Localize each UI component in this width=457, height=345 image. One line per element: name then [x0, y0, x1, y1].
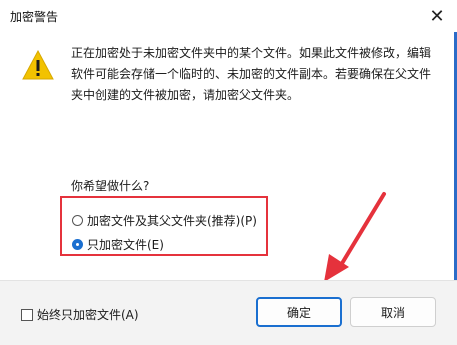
message-text: 正在加密处于未加密文件夹中的某个文件。如果此文件被修改，编辑 软件可能会存储一个… — [71, 43, 437, 106]
close-button[interactable]: ✕ — [417, 0, 457, 32]
message-line: 软件可能会存储一个临时的、未加密的文件副本。若要确保在父文件 — [71, 67, 432, 81]
encryption-options-group: 加密文件及其父文件夹(推荐)(P) 只加密文件(E) — [60, 196, 268, 256]
encryption-warning-dialog: 加密警告 ✕ 正在加密处于未加密文件夹中的某个文件。如果此文件被修改，编辑 软件… — [0, 0, 457, 345]
checkbox-icon[interactable] — [21, 308, 33, 321]
always-encrypt-file-only-checkbox[interactable]: 始终只加密文件(A) — [21, 306, 139, 323]
message-line: 夹中创建的文件被加密，请加密父文件夹。 — [71, 88, 300, 102]
red-arrow-annotation — [324, 192, 386, 282]
radio-checked-icon[interactable] — [72, 239, 83, 250]
option-encrypt-file-and-folder[interactable]: 加密文件及其父文件夹(推荐)(P) — [72, 212, 257, 229]
warning-icon — [22, 50, 54, 80]
option-label: 只加密文件(E) — [87, 238, 164, 252]
question-label: 你希望做什么? — [71, 179, 150, 193]
ok-button[interactable]: 确定 — [256, 297, 342, 327]
message-line: 正在加密处于未加密文件夹中的某个文件。如果此文件被修改，编辑 — [71, 46, 432, 60]
option-label: 加密文件及其父文件夹(推荐)(P) — [87, 214, 257, 228]
dialog-footer: 始终只加密文件(A) 确定 取消 — [0, 280, 457, 345]
window-title: 加密警告 — [10, 10, 59, 24]
title-bar: 加密警告 ✕ — [0, 0, 457, 32]
close-icon: ✕ — [429, 5, 445, 27]
checkbox-label: 始终只加密文件(A) — [37, 308, 139, 322]
radio-unchecked-icon[interactable] — [72, 215, 83, 226]
cancel-button[interactable]: 取消 — [350, 297, 436, 327]
option-encrypt-file-only[interactable]: 只加密文件(E) — [72, 236, 164, 253]
